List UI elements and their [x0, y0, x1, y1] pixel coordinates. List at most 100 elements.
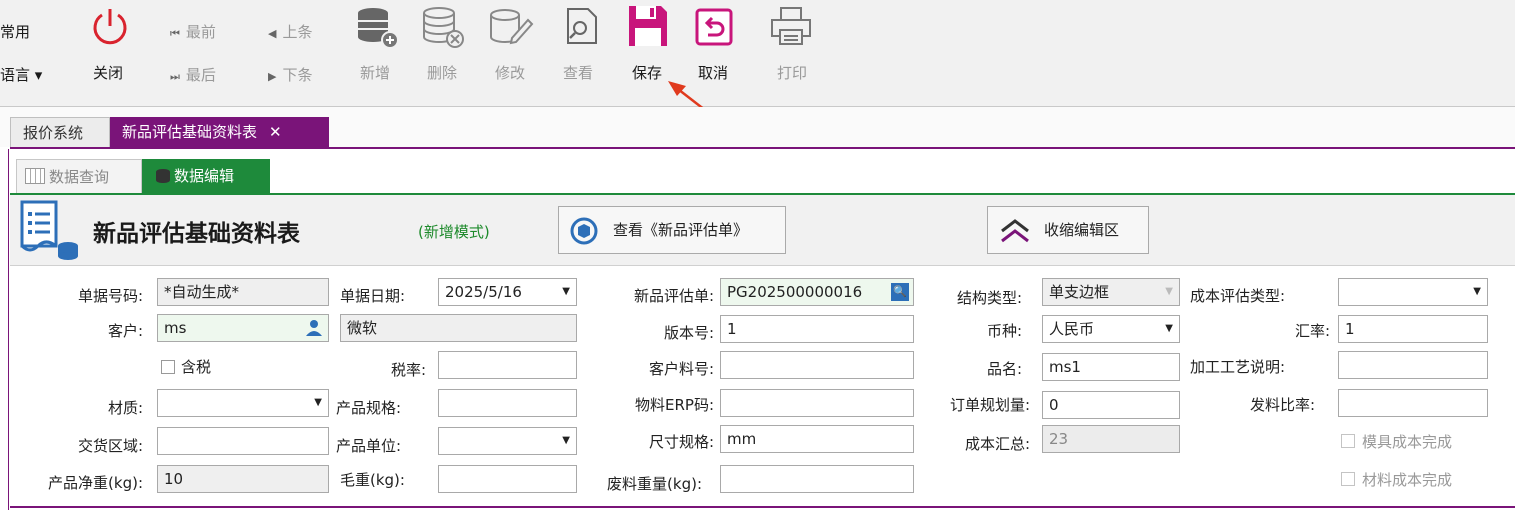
spec-label: 产品规格: [336, 399, 402, 417]
save-label: 保存 [632, 64, 663, 82]
currency-select[interactable]: 人民币 ▼ [1042, 315, 1180, 343]
gross-weight-field[interactable] [438, 465, 577, 493]
chevron-down-icon: ▼ [562, 286, 570, 297]
tab-data-query[interactable]: 数据查询 [16, 159, 142, 193]
chevron-down-icon: ▼ [1165, 323, 1173, 334]
floppy-disk-icon [629, 6, 667, 46]
cost-eval-type-label: 成本评估类型: [1190, 287, 1286, 305]
gross-weight-label: 毛重(kg): [340, 471, 405, 489]
prev-icon: ◀ [268, 27, 277, 40]
customer-value: ms [164, 319, 187, 337]
search-icon[interactable]: 🔍 [891, 283, 909, 301]
doc-no-field[interactable]: *自动生成* [157, 278, 329, 306]
tax-included-checkbox[interactable] [161, 360, 175, 374]
tab-data-edit-label: 数据编辑 [174, 167, 235, 185]
view-label: 查看 [563, 64, 594, 82]
cust-part-label: 客户料号: [648, 360, 714, 378]
customer-name-field[interactable]: 微软 [340, 314, 577, 342]
bottom-border [10, 506, 1515, 508]
eval-no-label: 新品评估单: [633, 287, 714, 305]
material-select[interactable]: ▼ [157, 389, 329, 417]
size-label: 尺寸规格: [648, 433, 714, 451]
cost-total-label: 成本汇总: [964, 435, 1030, 453]
cost-total-field[interactable]: 23 [1042, 425, 1180, 453]
order-qty-label: 订单规划量: [949, 396, 1030, 414]
mold-cost-done-checkbox[interactable] [1341, 434, 1355, 448]
skip-last-icon: ⏭ [170, 70, 180, 83]
user-icon[interactable] [306, 319, 322, 337]
tax-rate-label: 税率: [390, 361, 426, 379]
delete-label: 删除 [427, 64, 458, 82]
next-label: 下条 [282, 66, 313, 84]
skip-first-icon: ⏮ [170, 27, 180, 40]
issue-ratio-field[interactable] [1338, 389, 1488, 417]
collapse-edit-area-button[interactable]: 收缩编辑区 [987, 206, 1149, 254]
cost-eval-type-select[interactable]: ▼ [1338, 278, 1488, 306]
currency-value: 人民币 [1049, 320, 1095, 338]
power-icon [93, 9, 127, 45]
prev-record-button[interactable]: ◀ 上条 [268, 21, 312, 42]
rate-field[interactable]: 1 [1338, 315, 1488, 343]
edit-label: 修改 [495, 64, 526, 82]
order-qty-field[interactable]: 0 [1042, 391, 1180, 419]
cube-icon [570, 217, 598, 245]
ribbon-toolbar: 常用 语言 ▾ 关闭 ⏮ 最前 ◀ 上条 ⏭ 最后 ▶ 下条 新增 删除 修改 … [0, 0, 1515, 107]
net-weight-field[interactable]: 10 [157, 465, 329, 493]
doc-date-picker[interactable]: 2025/5/16 ▼ [438, 278, 577, 306]
tab-data-query-label: 数据查询 [49, 168, 110, 186]
language-menu[interactable]: 语言 ▾ [0, 64, 42, 85]
cust-part-field[interactable] [720, 351, 914, 379]
tab-new-product-eval[interactable]: 新品评估基础资料表 ✕ [110, 117, 329, 147]
material-cost-done-label: 材料成本完成 [1362, 471, 1453, 489]
size-field[interactable]: mm [720, 425, 914, 453]
process-field[interactable] [1338, 351, 1488, 379]
tax-rate-field[interactable] [438, 351, 577, 379]
last-record-button[interactable]: ⏭ 最后 [170, 64, 216, 85]
first-label: 最前 [185, 23, 216, 41]
add-label: 新增 [360, 64, 391, 82]
close-tab-icon[interactable]: ✕ [269, 123, 282, 141]
unit-select[interactable]: ▼ [438, 427, 577, 455]
process-label: 加工工艺说明: [1190, 358, 1286, 376]
prod-name-field[interactable]: ms1 [1042, 353, 1180, 381]
struct-type-label: 结构类型: [956, 289, 1022, 307]
close-label: 关闭 [93, 64, 124, 82]
eval-no-value: PG202500000016 [727, 283, 863, 301]
view-eval-form-button[interactable]: 查看《新品评估单》 [558, 206, 786, 254]
mode-indicator: (新增模式) [418, 223, 490, 241]
version-field[interactable]: 1 [720, 315, 914, 343]
struct-type-value: 单支边框 [1049, 283, 1110, 301]
doc-no-label: 单据号码: [77, 287, 143, 305]
tab-new-product-eval-label: 新品评估基础资料表 [122, 123, 258, 141]
eval-no-field[interactable]: PG202500000016 🔍 [720, 278, 914, 306]
customer-field[interactable]: ms [157, 314, 329, 342]
erp-field[interactable] [720, 389, 914, 417]
edit-icon [490, 9, 534, 45]
spec-field[interactable] [438, 389, 577, 417]
material-label: 材质: [107, 399, 143, 417]
database-icon [156, 169, 170, 183]
print-label: 打印 [777, 64, 808, 82]
first-record-button[interactable]: ⏮ 最前 [170, 21, 216, 42]
doc-date-label: 单据日期: [340, 287, 406, 305]
tab-data-edit[interactable]: 数据编辑 [142, 159, 270, 193]
undo-icon [695, 8, 733, 46]
struct-type-select[interactable]: 单支边框 ▼ [1042, 278, 1180, 306]
document-search-icon [567, 8, 597, 44]
doc-date-value: 2025/5/16 [445, 283, 522, 301]
last-label: 最后 [185, 66, 216, 84]
ribbon-common-group[interactable]: 常用 [0, 21, 30, 42]
erp-label: 物料ERP码: [635, 396, 714, 414]
delivery-label: 交货区域: [77, 437, 143, 455]
delivery-field[interactable] [157, 427, 329, 455]
chevron-down-icon: ▼ [1473, 286, 1481, 297]
tab-quote-system[interactable]: 报价系统 [10, 117, 110, 147]
scrap-weight-field[interactable] [720, 465, 914, 493]
material-cost-done-checkbox[interactable] [1341, 472, 1355, 486]
version-label: 版本号: [663, 324, 714, 342]
next-record-button[interactable]: ▶ 下条 [268, 64, 312, 85]
mold-cost-done-label: 模具成本完成 [1362, 433, 1453, 451]
next-icon: ▶ [268, 70, 277, 83]
form-document-icon [20, 200, 78, 260]
database-add-icon [358, 8, 399, 49]
